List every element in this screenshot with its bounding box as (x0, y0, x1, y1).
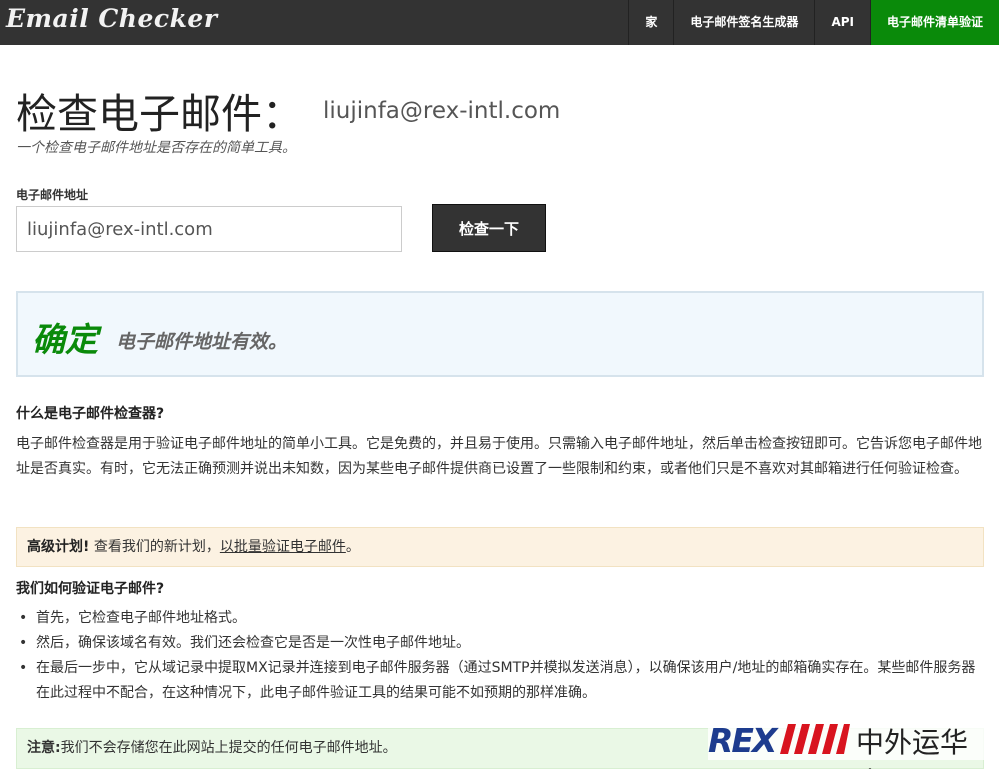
watermark-logo: REX 中外运华杰 (708, 718, 988, 769)
email-field-label: 电子邮件地址 (16, 188, 89, 202)
nav-list-verification[interactable]: 电子邮件清单验证 (869, 0, 999, 45)
plan-text: 查看我们的新计划， (89, 539, 220, 555)
result-panel: 确定 电子邮件地址有效。 (16, 291, 984, 377)
nav-links: 家 电子邮件签名生成器 API 电子邮件清单验证 (628, 0, 999, 45)
page-title: 检查电子邮件： (16, 90, 303, 138)
what-heading: 什么是电子邮件检查器? (16, 406, 165, 422)
rex-logo-text: REX (708, 721, 777, 760)
verification-steps: 首先，它检查电子邮件地址格式。 然后，确保该域名有效。我们还会检查它是否是一次性… (16, 606, 984, 706)
list-item: 然后，确保该域名有效。我们还会检查它是否是一次性电子邮件地址。 (16, 631, 984, 656)
email-input[interactable] (16, 206, 402, 252)
nav-api[interactable]: API (814, 0, 870, 45)
note-text: 我们不会存储您在此网站上提交的任何电子邮件地址。 (60, 740, 397, 756)
checked-email: liujinfa@rex-intl.com (323, 98, 561, 124)
premium-plan-banner: 高级计划! 查看我们的新计划，以批量验证电子邮件。 (16, 527, 984, 567)
check-button[interactable]: 检查一下 (432, 204, 546, 252)
list-item: 首先，它检查电子邮件地址格式。 (16, 606, 984, 631)
plan-label: 高级计划! (27, 539, 90, 555)
nav-home[interactable]: 家 (628, 0, 673, 45)
brand-logo[interactable]: Email Checker (6, 4, 218, 33)
note-label: 注意: (27, 740, 61, 756)
logo-stripes-icon (780, 724, 850, 754)
how-heading: 我们如何验证电子邮件? (16, 581, 165, 597)
what-description: 电子邮件检查器是用于验证电子邮件地址的简单小工具。它是免费的，并且易于使用。只需… (16, 436, 982, 477)
plan-suffix: 。 (345, 539, 360, 555)
list-item: 在最后一步中，它从域记录中提取MX记录并连接到电子邮件服务器（通过SMTP并模拟… (16, 656, 984, 706)
result-status: 确定 (32, 320, 98, 359)
bulk-verify-link[interactable]: 以批量验证电子邮件 (220, 539, 346, 555)
nav-signature-generator[interactable]: 电子邮件签名生成器 (673, 0, 814, 45)
top-navbar: Email Checker 家 电子邮件签名生成器 API 电子邮件清单验证 (0, 0, 999, 45)
result-message: 电子邮件地址有效。 (116, 331, 288, 353)
company-name: 中外运华杰 (856, 726, 969, 769)
page-subtitle: 一个检查电子邮件地址是否存在的简单工具。 (16, 140, 296, 156)
